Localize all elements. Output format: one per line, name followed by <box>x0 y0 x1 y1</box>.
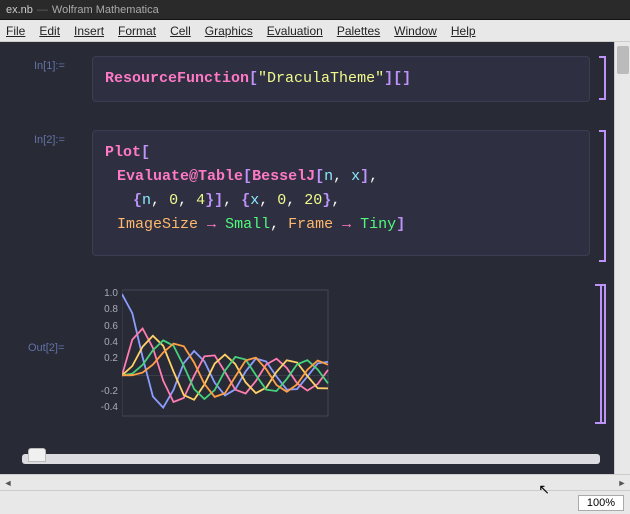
notebook-area[interactable]: In[1]:= ResourceFunction["DraculaTheme"]… <box>0 42 614 474</box>
token-table: Table <box>198 168 243 185</box>
y-tick-label: 0.2 <box>92 353 118 364</box>
menubar: File Edit Insert Format Cell Graphics Ev… <box>0 20 630 42</box>
y-tick-label: 0.8 <box>92 304 118 315</box>
menu-evaluation[interactable]: Evaluation <box>267 24 323 38</box>
scroll-left-icon[interactable]: ◄ <box>2 477 14 489</box>
token-plot: Plot <box>105 144 141 161</box>
y-tick-label: -0.2 <box>92 386 118 397</box>
menu-cell[interactable]: Cell <box>170 24 191 38</box>
input-cell-2[interactable]: Plot[ Evaluate@Table[BesselJ[n, x], {n, … <box>92 130 590 256</box>
series-J2 <box>122 336 328 400</box>
y-tick-label: -0.4 <box>92 402 118 413</box>
cell-bracket-2-in[interactable] <box>600 130 606 270</box>
title-separator: — <box>37 4 48 16</box>
scroll-right-icon[interactable]: ► <box>616 477 628 489</box>
output-plot[interactable]: 1.0 0.8 0.6 0.4 0.2 -0.2 -0.4 <box>92 284 590 424</box>
cell-bracket-2-out[interactable] <box>600 284 606 430</box>
token-besselj: BesselJ <box>252 168 315 185</box>
vertical-scroll-thumb[interactable] <box>617 46 629 74</box>
token-frame: Frame <box>288 216 333 233</box>
out-label-2: Out[2]= <box>28 342 64 354</box>
series-J3 <box>122 340 328 399</box>
in-label-1: In[1]:= <box>34 60 65 72</box>
menu-palettes[interactable]: Palettes <box>337 24 380 38</box>
y-tick-label: 0.6 <box>92 321 118 332</box>
mouse-cursor-icon: ↖ <box>538 481 550 498</box>
menu-help[interactable]: Help <box>451 24 476 38</box>
window-titlebar: ex.nb — Wolfram Mathematica <box>0 0 630 20</box>
token-evaluate: Evaluate <box>117 168 189 185</box>
status-bar: ↖ 100% <box>0 490 630 514</box>
notebook-bottom-bar[interactable] <box>22 454 600 464</box>
menu-graphics[interactable]: Graphics <box>205 24 253 38</box>
zoom-level[interactable]: 100% <box>578 495 624 511</box>
input-cell-1[interactable]: ResourceFunction["DraculaTheme"][] <box>92 56 590 102</box>
bessel-plot <box>122 284 362 424</box>
y-tick-label: 0.4 <box>92 337 118 348</box>
vertical-scrollbar[interactable] <box>614 42 630 474</box>
menu-insert[interactable]: Insert <box>74 24 104 38</box>
menu-edit[interactable]: Edit <box>39 24 60 38</box>
token-imagesize: ImageSize <box>117 216 198 233</box>
menu-window[interactable]: Window <box>394 24 437 38</box>
in-label-2: In[2]:= <box>34 134 65 146</box>
window-filename: ex.nb <box>6 4 33 16</box>
menu-format[interactable]: Format <box>118 24 156 38</box>
y-tick-label: 1.0 <box>92 288 118 299</box>
cell-bracket-1[interactable] <box>600 56 606 106</box>
menu-file[interactable]: File <box>6 24 25 38</box>
token-string-draculatheme: "DraculaTheme" <box>258 70 384 87</box>
token-resourcefunction: ResourceFunction <box>105 70 249 87</box>
notebook-tab-icon[interactable] <box>28 448 46 462</box>
horizontal-scrollbar[interactable]: ◄ ► <box>0 475 630 491</box>
window-appname: Wolfram Mathematica <box>52 4 159 16</box>
